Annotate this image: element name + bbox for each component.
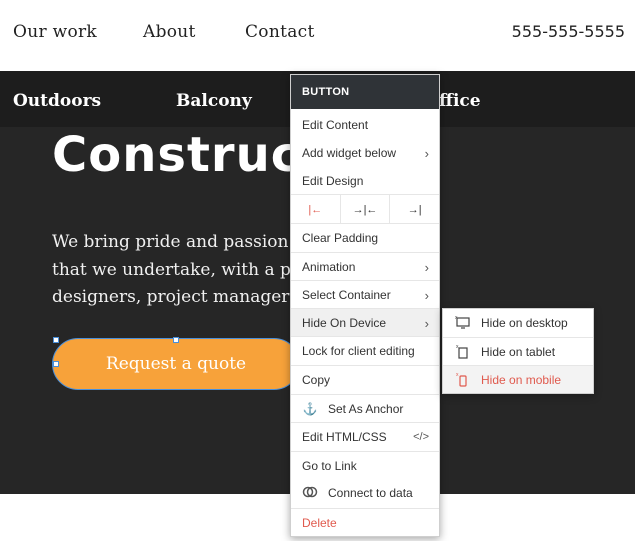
menu-item-copy[interactable]: Copy (291, 365, 439, 393)
menu-item-add-widget-below[interactable]: Add widget below › (291, 139, 439, 167)
submenu-item-label: Hide on mobile (481, 372, 562, 387)
submenu-item-label: Hide on desktop (481, 316, 568, 330)
menu-item-label: Add widget below (302, 146, 397, 160)
category-balcony[interactable]: Balcony (176, 91, 252, 111)
menu-item-delete[interactable]: Delete (291, 508, 439, 536)
alignment-toolbar: |← →|← →| (291, 194, 439, 224)
menu-item-label: Select Container (302, 287, 391, 302)
submenu-item-hide-on-mobile[interactable]: x Hide on mobile (443, 365, 593, 393)
menu-item-label: Set As Anchor (328, 401, 404, 416)
menu-item-label: Copy (302, 372, 331, 387)
nav-link-our-work[interactable]: Our work (13, 22, 97, 42)
request-quote-label: Request a quote (105, 354, 247, 374)
context-menu: BUTTON Edit Content Add widget below › E… (290, 74, 440, 537)
menu-item-edit-design[interactable]: Edit Design (291, 167, 439, 195)
menu-item-hide-on-device[interactable]: Hide On Device › (291, 308, 439, 336)
resize-handle-top[interactable] (173, 337, 179, 343)
menu-item-label: Edit Content (302, 118, 369, 132)
menu-item-label: Lock for client editing (302, 343, 415, 358)
menu-item-edit-html-css[interactable]: Edit HTML/CSS </> (291, 422, 439, 450)
resize-handle-top-left[interactable] (53, 337, 59, 343)
anchor-icon: ⚓ (302, 401, 318, 416)
menu-item-label: Go to Link (302, 458, 357, 473)
submenu-item-label: Hide on tablet (481, 344, 556, 359)
menu-item-label: Edit HTML/CSS (302, 429, 387, 444)
menu-item-label: Edit Design (302, 174, 364, 188)
category-outdoors[interactable]: Outdoors (13, 91, 101, 111)
menu-item-label: Connect to data (328, 486, 413, 500)
chevron-right-icon: › (424, 260, 429, 275)
hero-title: Construct (52, 127, 325, 183)
menu-item-label: Hide On Device (302, 315, 387, 330)
svg-text:x: x (456, 372, 459, 378)
menu-item-go-to-link[interactable]: Go to Link (291, 451, 439, 479)
align-left-icon[interactable]: |← (291, 195, 341, 224)
resize-handle-left[interactable] (53, 361, 59, 367)
mobile-icon: x (455, 372, 471, 388)
desktop-icon: x (455, 315, 471, 331)
chevron-right-icon: › (424, 146, 429, 161)
nav-link-contact[interactable]: Contact (245, 22, 315, 42)
top-navigation: Our work About Contact 555-555-5555 (0, 0, 635, 71)
menu-item-select-container[interactable]: Select Container › (291, 280, 439, 308)
menu-item-edit-content[interactable]: Edit Content (291, 111, 439, 139)
phone-number[interactable]: 555-555-5555 (512, 22, 625, 41)
menu-item-clear-padding[interactable]: Clear Padding (291, 223, 439, 251)
menu-item-set-as-anchor[interactable]: ⚓ Set As Anchor (291, 394, 439, 422)
align-right-icon[interactable]: →| (390, 195, 439, 224)
menu-item-label: Clear Padding (302, 230, 379, 245)
request-quote-button[interactable]: Request a quote (52, 338, 300, 390)
submenu-item-hide-on-desktop[interactable]: x Hide on desktop (443, 309, 593, 337)
menu-item-connect-to-data[interactable]: Connect to data (291, 479, 439, 507)
nav-link-about[interactable]: About (143, 22, 196, 42)
chevron-right-icon: › (424, 288, 429, 303)
menu-item-animation[interactable]: Animation › (291, 252, 439, 280)
code-icon: </> (413, 431, 429, 443)
submenu-item-hide-on-tablet[interactable]: x Hide on tablet (443, 337, 593, 365)
context-menu-header: BUTTON (291, 75, 439, 109)
hide-on-device-submenu: x Hide on desktop x Hide on tablet x Hid… (442, 308, 594, 394)
align-center-icon[interactable]: →|← (341, 195, 391, 224)
chevron-right-icon: › (424, 316, 429, 331)
link-rings-icon (302, 486, 318, 501)
menu-item-lock-for-client-editing[interactable]: Lock for client editing (291, 336, 439, 364)
menu-item-label: Animation (302, 259, 356, 274)
category-office[interactable]: ffice (439, 91, 481, 111)
menu-item-label: Delete (302, 515, 337, 530)
tablet-icon: x (455, 344, 471, 360)
